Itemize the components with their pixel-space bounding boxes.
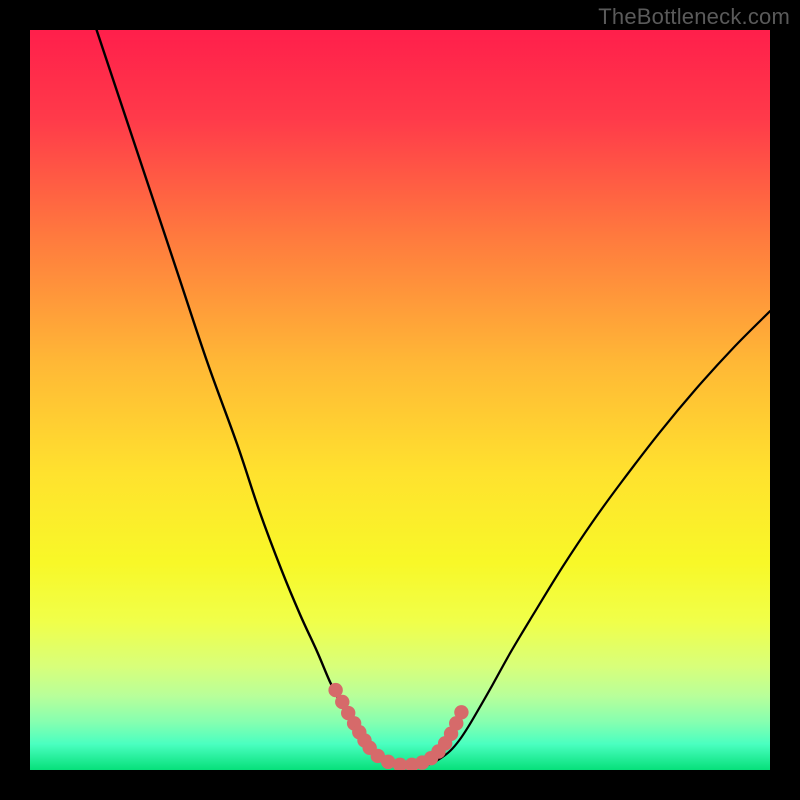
marker-dot xyxy=(454,705,468,719)
left-branch-curve xyxy=(97,30,415,766)
right-branch-curve xyxy=(415,311,770,766)
highlight-markers xyxy=(328,683,468,770)
plot-area xyxy=(30,30,770,770)
curve-layer xyxy=(30,30,770,770)
watermark-text: TheBottleneck.com xyxy=(598,4,790,30)
chart-stage: TheBottleneck.com xyxy=(0,0,800,800)
